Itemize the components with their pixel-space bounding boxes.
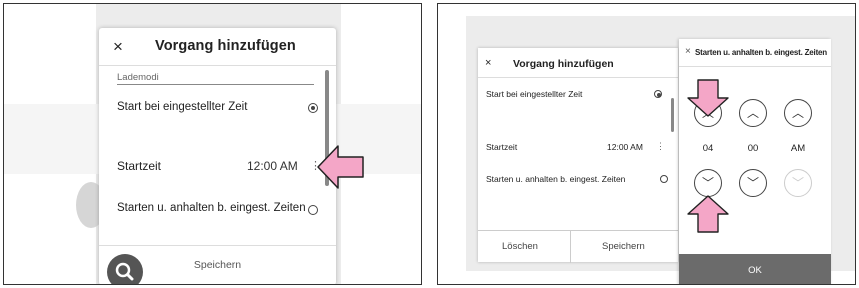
ok-button[interactable]: OK [679, 254, 831, 284]
chevron-up-icon: ︿ [746, 106, 759, 120]
start-time-value[interactable]: 12:00 AM [607, 142, 643, 152]
hour-value: 04 [702, 143, 714, 154]
picker-header: × Starten u. anhalten b. eingest. Zeiten [679, 39, 831, 67]
start-time-value[interactable]: 12:00 AM [247, 159, 298, 173]
add-process-dialog: × Vorgang hinzufügen Start bei eingestel… [478, 48, 678, 263]
option-scheduled-start-radio[interactable] [654, 90, 662, 98]
option-start-stop-label[interactable]: Starten u. anhalten b. eingest. Zeiten [486, 174, 625, 184]
dialog-title: Vorgang hinzufügen [155, 38, 296, 54]
left-screenshot-panel: × Vorgang hinzufügen Lademodi Start bei … [3, 3, 422, 285]
chevron-up-icon: ︿ [791, 106, 804, 120]
period-down-button[interactable]: ﹀ [784, 169, 812, 197]
callout-arrow-icon [687, 195, 729, 233]
start-time-label: Startzeit [117, 159, 162, 173]
chevron-down-icon: ﹀ [791, 176, 804, 190]
callout-arrow-icon [687, 79, 729, 117]
delete-button[interactable]: Löschen [502, 241, 538, 252]
option-start-stop-radio[interactable] [660, 175, 668, 183]
picker-title: Starten u. anhalten b. eingest. Zeiten [695, 48, 827, 57]
minute-down-button[interactable]: ﹀ [739, 169, 767, 197]
period-value: AM [790, 143, 806, 154]
dialog-header: × Vorgang hinzufügen [99, 28, 336, 66]
save-button[interactable]: Speichern [602, 241, 645, 252]
footer-divider [570, 231, 571, 263]
option-scheduled-start-label[interactable]: Start bei eingestellter Zeit [117, 101, 247, 113]
minute-up-button[interactable]: ︿ [739, 99, 767, 127]
option-scheduled-start-radio[interactable] [308, 103, 318, 113]
section-label: Lademodi [117, 72, 159, 83]
period-up-button[interactable]: ︿ [784, 99, 812, 127]
start-time-label: Startzeit [486, 142, 518, 152]
minute-value: 00 [747, 143, 759, 154]
dialog-footer: Löschen Speichern [478, 230, 678, 263]
option-scheduled-start-label[interactable]: Start bei eingestellter Zeit [486, 89, 582, 99]
kebab-menu-icon[interactable]: ⋮ [656, 141, 665, 152]
scrollbar[interactable] [671, 98, 674, 132]
time-picker-panel: × Starten u. anhalten b. eingest. Zeiten… [679, 39, 831, 284]
right-screenshot-panel: × Vorgang hinzufügen Start bei eingestel… [437, 3, 856, 285]
chevron-down-icon: ﹀ [746, 176, 759, 190]
option-start-stop-label[interactable]: Starten u. anhalten b. eingest. Zeiten [117, 202, 306, 214]
close-icon[interactable]: × [485, 57, 491, 69]
search-icon [115, 262, 134, 281]
hour-down-button[interactable]: ﹀ [694, 169, 722, 197]
chevron-down-icon: ﹀ [701, 176, 714, 190]
close-icon[interactable]: × [685, 46, 691, 57]
dialog-title: Vorgang hinzufügen [513, 58, 614, 70]
option-start-stop-radio[interactable] [308, 205, 318, 215]
callout-arrow-icon [317, 145, 364, 189]
ok-label: OK [748, 265, 762, 276]
section-divider [117, 84, 314, 85]
dialog-header: × Vorgang hinzufügen [478, 48, 678, 78]
close-icon[interactable]: × [113, 37, 123, 57]
add-process-dialog: × Vorgang hinzufügen Lademodi Start bei … [99, 28, 336, 284]
search-button[interactable] [107, 254, 143, 284]
